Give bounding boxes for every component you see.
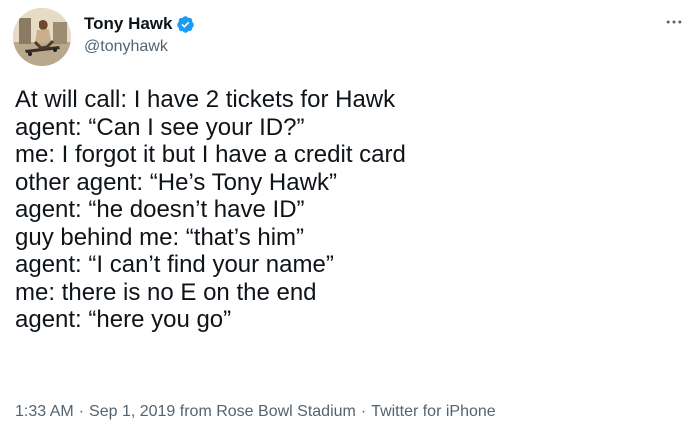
avatar[interactable] [13, 8, 71, 66]
tweet-location[interactable]: from Rose Bowl Stadium [180, 403, 356, 420]
tweet-line: me: there is no E on the end [15, 278, 317, 306]
verified-badge-icon [176, 15, 195, 34]
tweet-line: agent: “Can I see your ID?” [15, 113, 305, 141]
tweet-line: other agent: “He’s Tony Hawk” [15, 168, 337, 196]
meta-separator: · [78, 403, 85, 420]
tweet-date[interactable]: Sep 1, 2019 [89, 403, 175, 420]
tweet-time[interactable]: 1:33 AM [15, 403, 74, 420]
more-horizontal-icon [666, 20, 682, 24]
tweet-line: agent: “he doesn’t have ID” [15, 196, 305, 223]
tweet-text: At will call: I have 2 tickets for Hawk … [15, 86, 685, 334]
author-name-row[interactable]: Tony Hawk [84, 13, 195, 35]
avatar-photo [13, 8, 71, 66]
author-handle[interactable]: @tonyhawk [84, 37, 168, 57]
more-options-button[interactable] [662, 10, 686, 34]
tweet-line: guy behind me: “that’s him” [15, 223, 305, 251]
tweet-line: agent: “here you go” [15, 306, 232, 333]
tweet-metadata: 1:33 AM · Sep 1, 2019 from Rose Bowl Stadi… [15, 401, 496, 423]
tweet-line: At will call: I have 2 tickets for Hawk [15, 86, 396, 113]
tweet-card: Tony Hawk @tonyhawk At will call: I have… [0, 0, 700, 440]
meta-separator: · [360, 403, 367, 420]
tweet-line: me: I forgot it but I have a credit card [15, 141, 406, 168]
tweet-source[interactable]: Twitter for iPhone [371, 403, 496, 420]
tweet-line: agent: “I can’t find your name” [15, 251, 334, 278]
author-display-name[interactable]: Tony Hawk [84, 13, 172, 35]
